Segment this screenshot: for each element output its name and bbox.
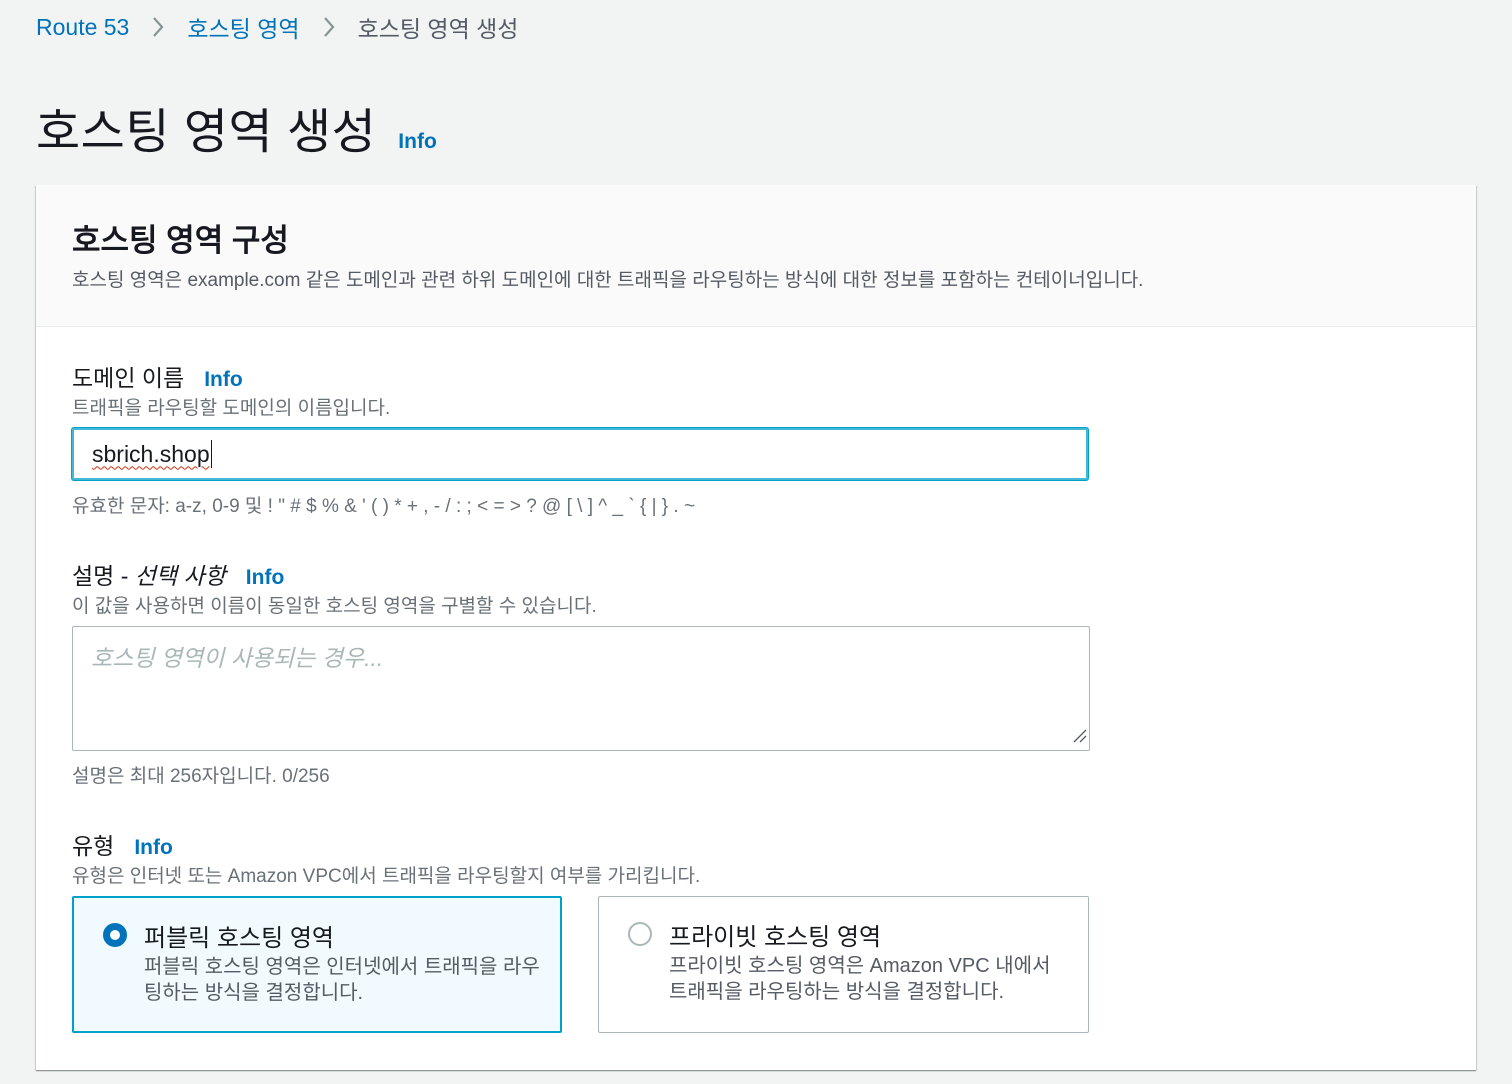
breadcrumb: Route 53 호스팅 영역 호스팅 영역 생성	[36, 10, 519, 44]
hosted-zone-config-panel: 호스팅 영역 구성 호스팅 영역은 example.com 같은 도메인과 관련…	[36, 185, 1476, 1070]
panel-title: 호스팅 영역 구성	[72, 223, 289, 258]
text-caret	[210, 440, 212, 468]
breadcrumb-current: 호스팅 영역 생성	[357, 16, 519, 42]
optional-label: 선택 사항	[134, 563, 226, 589]
panel-header: 호스팅 영역 구성 호스팅 영역은 example.com 같은 도메인과 관련…	[36, 185, 1476, 327]
public-hosted-zone-option[interactable]: 퍼블릭 호스팅 영역 퍼블릭 호스팅 영역은 인터넷에서 트래픽을 라우팅하는 …	[72, 896, 562, 1033]
description-field-description: 이 값을 사용하면 이름이 동일한 호스팅 영역을 구별할 수 있습니다.	[72, 596, 597, 617]
description-label-row: 설명 - 선택 사항 Info	[72, 557, 284, 591]
page-header: 호스팅 영역 생성 Info	[36, 92, 437, 162]
description-constraint: 설명은 최대 256자입니다. 0/256	[72, 766, 330, 787]
chevron-right-icon	[151, 15, 165, 39]
chevron-right-icon	[322, 15, 336, 39]
radio-selected-icon[interactable]	[103, 923, 127, 947]
breadcrumb-route53[interactable]: Route 53	[36, 14, 129, 41]
page-info-link[interactable]: Info	[398, 130, 436, 154]
description-placeholder: 호스팅 영역이 사용되는 경우...	[91, 645, 384, 671]
type-info-link[interactable]: Info	[134, 836, 172, 860]
panel-description: 호스팅 영역은 example.com 같은 도메인과 관련 하위 도메인에 대…	[72, 270, 1144, 291]
description-label: 설명 - 선택 사항	[72, 563, 226, 589]
private-hosted-zone-description: 프라이빗 호스팅 영역은 Amazon VPC 내에서 트래픽을 라우팅하는 방…	[669, 955, 1051, 1003]
radio-unselected-icon[interactable]	[628, 922, 652, 946]
private-hosted-zone-option[interactable]: 프라이빗 호스팅 영역 프라이빗 호스팅 영역은 Amazon VPC 내에서 …	[598, 896, 1089, 1033]
public-hosted-zone-description: 퍼블릭 호스팅 영역은 인터넷에서 트래픽을 라우팅하는 방식을 결정합니다.	[144, 956, 540, 1004]
domain-name-label-row: 도메인 이름 Info	[72, 359, 243, 393]
domain-name-info-link[interactable]: Info	[204, 368, 242, 392]
page-title: 호스팅 영역 생성	[36, 106, 377, 159]
domain-name-value: sbrich.shop	[92, 440, 210, 467]
domain-name-constraint: 유효한 문자: a-z, 0-9 및 ! " # $ % & ' ( ) * +…	[72, 496, 696, 517]
resize-grip-icon[interactable]	[1071, 727, 1087, 748]
domain-name-label: 도메인 이름	[72, 365, 185, 391]
type-label-row: 유형 Info	[72, 827, 173, 861]
type-label: 유형	[72, 833, 115, 859]
type-description: 유형은 인터넷 또는 Amazon VPC에서 트래픽을 라우팅할지 여부를 가…	[72, 866, 701, 887]
domain-name-input[interactable]: sbrich.shop	[72, 428, 1088, 480]
breadcrumb-hosted-zones[interactable]: 호스팅 영역	[187, 10, 299, 44]
domain-name-description: 트래픽을 라우팅할 도메인의 이름입니다.	[72, 398, 391, 419]
public-hosted-zone-label: 퍼블릭 호스팅 영역	[144, 925, 334, 952]
description-info-link[interactable]: Info	[246, 566, 284, 590]
private-hosted-zone-label: 프라이빗 호스팅 영역	[669, 924, 882, 951]
description-textarea[interactable]: 호스팅 영역이 사용되는 경우...	[72, 626, 1090, 751]
